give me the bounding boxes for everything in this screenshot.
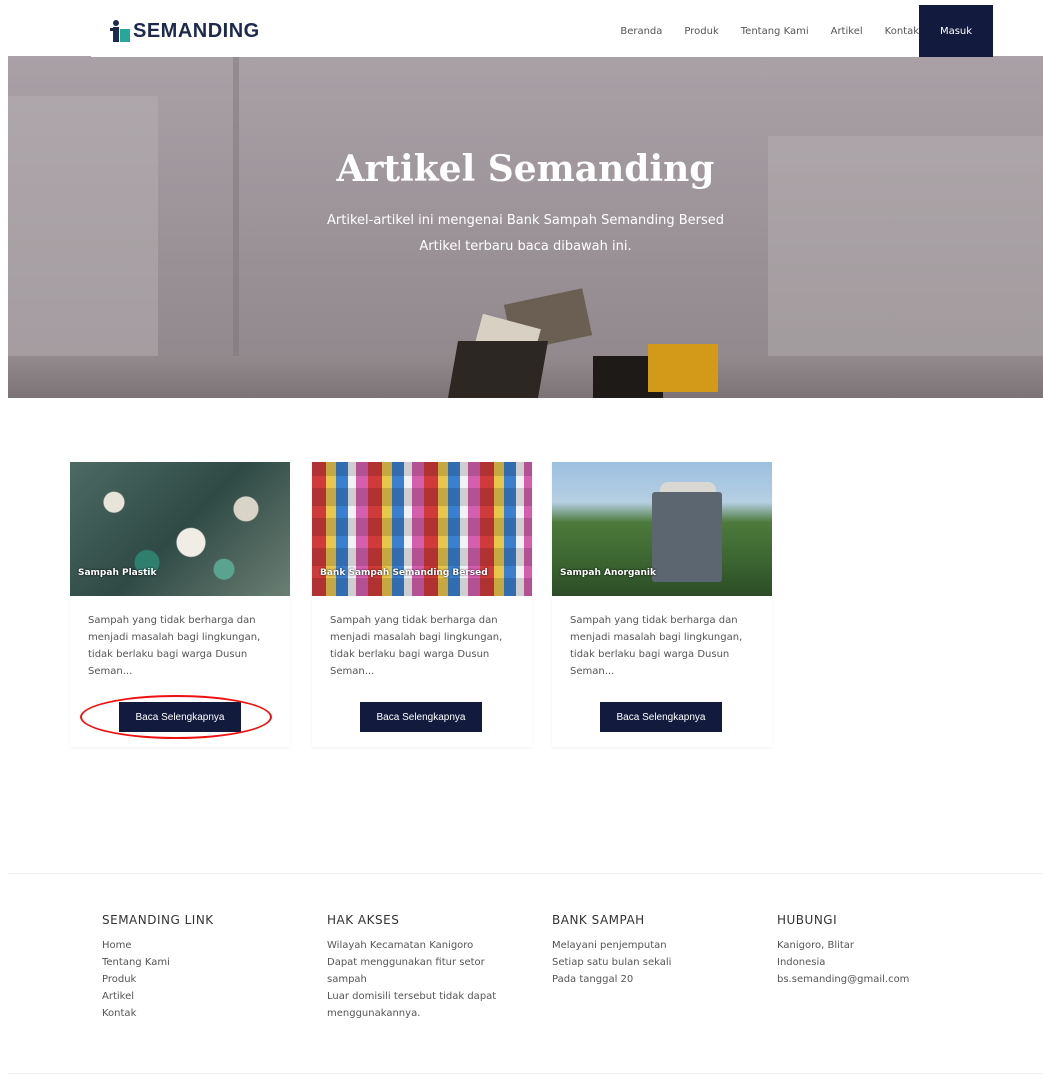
article-card: Bank Sampah Semanding Bersed Sampah yang… [312,462,532,747]
footer-column-contact: HUBUNGI Kanigoro, Blitar Indonesia bs.se… [777,912,909,988]
highlight-annotation [80,695,272,739]
footer-text: Kanigoro, Blitar [777,940,855,951]
footer-text: Melayani penjemputan [552,940,667,951]
login-button[interactable]: Masuk [919,5,993,57]
footer-text: menggunakannya. [327,1008,421,1019]
logo[interactable]: SEMANDING [109,18,260,44]
article-excerpt: Sampah yang tidak berharga dan menjadi m… [570,615,743,677]
nav-item-produk[interactable]: Produk [684,26,718,37]
footer-link-produk[interactable]: Produk [102,971,214,988]
bin-shape [652,492,722,582]
nav-item-artikel[interactable]: Artikel [831,26,863,37]
footer-divider [8,873,1043,874]
navbar: SEMANDING Beranda Produk Tentang Kami Ar… [91,5,993,57]
footer-column-access: HAK AKSES Wilayah Kecamatan Kanigoro Dap… [327,912,496,1022]
footer-bottom-divider [8,1073,1043,1074]
footer-column-links: SEMANDING LINK Home Tentang Kami Produk … [102,912,214,1022]
footer-column-bank: BANK SAMPAH Melayani penjemputan Setiap … [552,912,671,988]
hero-banner: Artikel Semanding Artikel-artikel ini me… [8,56,1043,398]
hero-subtitle: Artikel-artikel ini mengenai Bank Sampah… [8,208,1043,260]
footer-link-artikel[interactable]: Artikel [102,988,214,1005]
article-caption: Bank Sampah Semanding Bersed [320,568,488,578]
article-excerpt: Sampah yang tidak berharga dan menjadi m… [88,615,261,677]
main-nav: Beranda Produk Tentang Kami Artikel Kont… [598,5,919,57]
footer-link-home[interactable]: Home [102,937,214,954]
article-caption: Sampah Plastik [78,568,157,578]
read-more-button[interactable]: Baca Selengkapnya [360,702,482,732]
person-icon [110,20,130,42]
hero-trash-shape [447,341,549,398]
read-more-button[interactable]: Baca Selengkapnya [600,702,722,732]
nav-item-kontak[interactable]: Kontak [885,26,919,37]
page: Artikel Semanding Artikel-artikel ini me… [0,0,1043,1076]
article-image[interactable]: Bank Sampah Semanding Bersed [312,462,532,596]
article-card: Sampah Anorganik Sampah yang tidak berha… [552,462,772,747]
footer-text: Pada tanggal 20 [552,974,634,985]
nav-item-beranda[interactable]: Beranda [620,26,662,37]
article-image[interactable]: Sampah Plastik [70,462,290,596]
article-excerpt: Sampah yang tidak berharga dan menjadi m… [330,615,503,677]
footer-email-link[interactable]: bs.semanding@gmail.com [777,971,909,988]
hero-subtitle-line: Artikel terbaru baca dibawah ini. [419,239,632,254]
footer-link-tentang-kami[interactable]: Tentang Kami [102,954,214,971]
footer-heading: HUBUNGI [777,913,838,927]
footer-link-kontak[interactable]: Kontak [102,1005,214,1022]
footer-text: Indonesia [777,957,826,968]
footer-heading: BANK SAMPAH [552,913,645,927]
footer-text: Dapat menggunakan fitur setor [327,957,485,968]
footer-heading: SEMANDING LINK [102,913,214,927]
hero-title: Artikel Semanding [336,148,715,190]
footer-heading: HAK AKSES [327,913,400,927]
footer-text: Luar domisili tersebut tidak dapat [327,991,497,1002]
brand-name: SEMANDING [133,19,260,42]
footer-text: sampah [327,974,367,985]
hero-subtitle-line: Artikel-artikel ini mengenai Bank Sampah… [327,213,724,228]
footer-text: Wilayah Kecamatan Kanigoro [327,940,474,951]
nav-item-tentang-kami[interactable]: Tentang Kami [741,26,809,37]
hero-trash-shape [648,344,718,392]
article-caption: Sampah Anorganik [560,568,656,578]
footer-text: Setiap satu bulan sekali [552,957,672,968]
article-image[interactable]: Sampah Anorganik [552,462,772,596]
